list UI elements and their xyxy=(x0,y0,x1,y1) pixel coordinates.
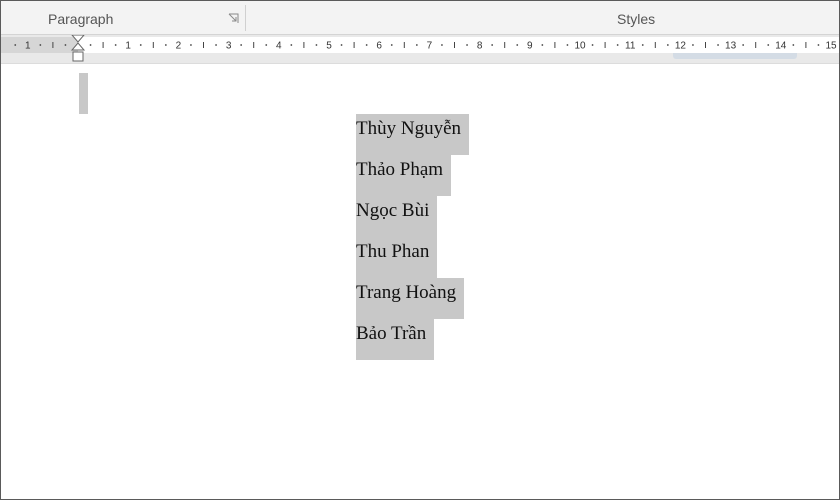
styles-group-label: Styles xyxy=(617,11,656,27)
text-cursor-bar xyxy=(79,73,88,114)
ruler-quarter-dot xyxy=(190,44,192,46)
ruler-number: 5 xyxy=(326,41,332,52)
ruler-quarter-dot xyxy=(340,44,343,46)
dialog-launcher-icon[interactable] xyxy=(228,13,239,24)
ruler-quarter-dot xyxy=(566,44,569,46)
ruler-number: 3 xyxy=(226,41,232,52)
ruler-quarter-dot xyxy=(164,44,167,46)
ruler-quarter-dot xyxy=(616,44,619,46)
document-page[interactable]: Thùy Nguyễn Thảo Phạm Ngọc Bùi Thu Phan … xyxy=(1,64,839,499)
list-item: Ngọc Bùi xyxy=(356,196,469,237)
ruler-number: 12 xyxy=(675,41,687,52)
ruler-quarter-dot xyxy=(541,44,544,46)
ruler-quarter-dot xyxy=(817,44,820,46)
ruler-quarter-dot xyxy=(641,44,644,46)
horizontal-ruler[interactable]: 1 2 3 4 5 6 7 8 9 10 11 12 13 14 15 1 xyxy=(1,35,839,64)
ruler-quarter-dot xyxy=(315,44,318,46)
ruler-quarter-dot xyxy=(692,44,694,46)
ruler-quarter-dot xyxy=(14,44,17,46)
ruler-number: 11 xyxy=(625,41,636,52)
selected-name[interactable]: Trang Hoàng xyxy=(356,278,465,319)
ruler-quarter-dot xyxy=(491,44,494,46)
list-item: Trang Hoàng xyxy=(356,278,469,319)
ruler-number: 7 xyxy=(427,41,433,52)
selected-name[interactable]: Ngọc Bùi xyxy=(356,196,438,237)
ruler-quarter-dot xyxy=(516,44,519,46)
ruler-quarter-dot xyxy=(365,44,368,46)
ruler-number: 1 xyxy=(25,41,31,52)
paragraph-group-label: Paragraph xyxy=(48,11,114,27)
selected-name[interactable]: Bảo Trần xyxy=(356,319,435,360)
ruler-quarter-dot xyxy=(39,44,42,46)
ruler-quarter-dot xyxy=(742,44,745,46)
list-item: Thảo Phạm xyxy=(356,155,469,196)
list-item: Bảo Trần xyxy=(356,319,469,360)
ruler-quarter-dot xyxy=(89,44,92,46)
ruler-number: 15 xyxy=(825,41,837,52)
ruler-number: 6 xyxy=(376,41,382,52)
ruler-number: 10 xyxy=(574,41,586,52)
ruler-quarter-dot xyxy=(717,44,719,46)
ruler-quarter-dot xyxy=(114,44,117,46)
ruler-number: 14 xyxy=(775,41,787,52)
ruler-quarter-dot xyxy=(290,44,293,46)
word-window: Paragraph Styles 1 2 3 4 5 6 7 8 9 10 11 12 13 14 15 1 … xyxy=(0,0,840,500)
ruler-scale: 1 2 3 4 5 6 7 8 9 10 11 12 13 14 151 xyxy=(1,35,839,62)
ruler-quarter-dot xyxy=(390,44,393,46)
ruler-number: 1 xyxy=(125,41,131,52)
ruler-number: 9 xyxy=(527,41,533,52)
ruler-quarter-dot xyxy=(666,44,669,46)
ruler-number: 13 xyxy=(725,41,737,52)
selected-name[interactable]: Thu Phan xyxy=(356,237,438,278)
ruler-quarter-dot xyxy=(441,44,443,46)
ruler-number: 8 xyxy=(477,41,483,52)
ruler-quarter-dot xyxy=(415,44,418,46)
ruler-number: 4 xyxy=(276,41,282,52)
ruler-quarter-dot xyxy=(466,44,468,46)
ruler-quarter-dot xyxy=(792,44,795,46)
ruler-quarter-dot xyxy=(767,44,770,46)
ruler-quarter-dot xyxy=(591,44,594,46)
selected-name[interactable]: Thùy Nguyễn xyxy=(356,114,470,155)
left-indent-marker xyxy=(72,51,84,62)
ruler-quarter-dot xyxy=(240,44,243,46)
name-list: Thùy Nguyễn Thảo Phạm Ngọc Bùi Thu Phan … xyxy=(356,114,470,360)
ruler-number: 2 xyxy=(176,41,182,52)
ruler-quarter-dot xyxy=(215,44,217,46)
ribbon-group-labels: Paragraph Styles xyxy=(1,1,839,35)
ruler-quarter-dot xyxy=(265,44,268,46)
ruler-quarter-dot xyxy=(64,44,67,46)
list-item: Thu Phan xyxy=(356,237,469,278)
group-separator xyxy=(245,5,246,31)
selected-name[interactable]: Thảo Phạm xyxy=(356,155,452,196)
ruler-quarter-dot xyxy=(139,44,142,46)
list-item: Thùy Nguyễn xyxy=(356,114,470,155)
